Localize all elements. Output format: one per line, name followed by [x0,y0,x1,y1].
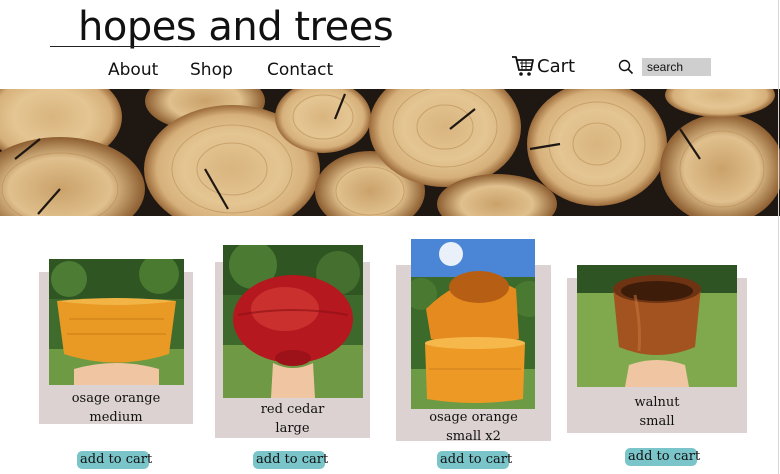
product-photo[interactable] [411,239,535,409]
nav-about[interactable]: About [108,60,158,80]
search-icon[interactable] [618,59,634,75]
page-edge-divider [778,0,779,474]
add-to-cart-button[interactable]: add to cart [253,451,328,469]
product-name: walnut small [634,395,680,429]
search-input[interactable] [642,58,711,76]
add-to-cart-button[interactable]: add to cart [437,451,512,469]
nav-contact[interactable]: Contact [267,60,333,80]
add-to-cart-button[interactable]: add to cart [77,451,152,469]
product-photo[interactable] [49,259,184,385]
hero-banner-logs [0,89,780,216]
product-name: osage orange medium [71,391,161,425]
site-logo[interactable]: hopes and trees [78,4,394,50]
cart-button[interactable]: Cart [511,55,575,77]
logo-underline [50,46,380,47]
product-name: red cedar large [260,402,325,436]
product-name: osage orange small x2 [429,410,518,444]
cart-icon [512,56,534,76]
cart-label: Cart [537,55,576,77]
product-photo[interactable] [223,245,363,398]
add-to-cart-button[interactable]: add to cart [625,448,700,466]
nav-shop[interactable]: Shop [190,60,233,80]
product-photo[interactable] [577,265,737,387]
